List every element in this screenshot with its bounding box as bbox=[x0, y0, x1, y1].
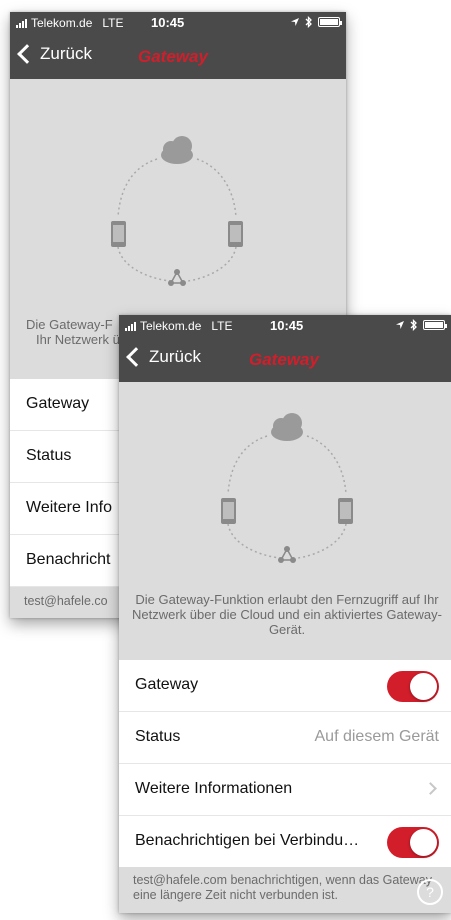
tablet-device-icon bbox=[228, 221, 243, 247]
toggle-knob bbox=[410, 829, 437, 856]
notify-label: Benachrichtigen bei Verbindu… bbox=[135, 832, 360, 849]
back-button-label: Zurück bbox=[149, 347, 201, 366]
location-arrow-icon bbox=[291, 18, 299, 26]
carrier-name: Telekom.de bbox=[31, 16, 93, 30]
battery-icon bbox=[318, 17, 342, 27]
nav-title: Gateway bbox=[138, 47, 208, 66]
status-row: Status Auf diesem Gerät bbox=[119, 712, 451, 764]
chevron-left-icon bbox=[126, 347, 146, 367]
chevron-left-icon bbox=[17, 44, 37, 64]
status-value: Auf diesem Gerät bbox=[314, 728, 440, 745]
cloud-icon bbox=[271, 413, 303, 441]
footer-note: test@hafele.com benachrichtigen, wenn da… bbox=[119, 867, 451, 913]
gateway-row: Gateway bbox=[119, 660, 451, 712]
description-text: Die Gateway-Funktion erlaubt den Fernzug… bbox=[132, 592, 442, 637]
location-arrow-icon bbox=[396, 321, 404, 329]
toggle-knob bbox=[410, 673, 437, 700]
foreground-phone-screenshot: Telekom.de LTE 10:45 Zurück Gateway Die … bbox=[119, 315, 451, 913]
network-node-icon bbox=[168, 269, 186, 286]
status-bar: Telekom.de LTE 10:45 bbox=[10, 12, 346, 34]
back-button-label: Zurück bbox=[40, 44, 92, 63]
status-bar: Telekom.de LTE 10:45 bbox=[119, 315, 451, 337]
signal-icon bbox=[16, 18, 27, 28]
phone-device-icon bbox=[221, 498, 236, 524]
chevron-right-icon bbox=[424, 782, 437, 795]
battery-icon bbox=[423, 320, 447, 330]
status-label: Status bbox=[135, 728, 181, 745]
nav-title: Gateway bbox=[249, 350, 319, 369]
signal-icon bbox=[125, 321, 136, 331]
network-type: LTE bbox=[102, 16, 124, 30]
gateway-diagram bbox=[221, 413, 353, 563]
help-icon[interactable]: ? bbox=[417, 879, 443, 905]
cloud-icon bbox=[161, 136, 193, 164]
more-info-row[interactable]: Weitere Informationen bbox=[119, 764, 451, 816]
carrier-name: Telekom.de bbox=[140, 319, 202, 333]
navigation-bar: Zurück Gateway bbox=[10, 34, 346, 79]
phone-device-icon bbox=[111, 221, 126, 247]
gateway-label: Gateway bbox=[135, 676, 199, 693]
tablet-device-icon bbox=[338, 498, 353, 524]
navigation-bar: Zurück Gateway bbox=[119, 337, 451, 382]
notify-toggle[interactable] bbox=[387, 827, 439, 858]
back-button[interactable]: Zurück bbox=[125, 347, 201, 367]
gateway-diagram bbox=[111, 136, 243, 286]
bluetooth-icon bbox=[305, 16, 312, 28]
settings-list: Gateway Status Auf diesem Gerät Weitere … bbox=[119, 660, 451, 868]
network-node-icon bbox=[278, 546, 296, 563]
notify-row: Benachrichtigen bei Verbindu… bbox=[119, 816, 451, 868]
clock: 10:45 bbox=[270, 318, 304, 333]
more-info-label: Weitere Informationen bbox=[135, 780, 293, 797]
bluetooth-icon bbox=[410, 319, 417, 331]
network-type: LTE bbox=[211, 319, 233, 333]
clock: 10:45 bbox=[151, 15, 185, 30]
gateway-illustration-area: Die Gateway-Funktion erlaubt den Fernzug… bbox=[119, 382, 451, 660]
gateway-toggle[interactable] bbox=[387, 671, 439, 702]
back-button[interactable]: Zurück bbox=[16, 44, 92, 64]
